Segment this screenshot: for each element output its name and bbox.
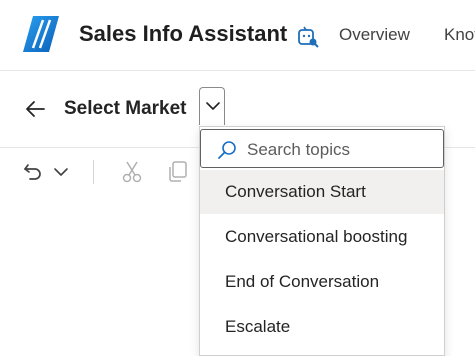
topic-switcher-button[interactable] [199,87,225,125]
app-header: Sales Info Assistant Overview Knov [0,0,475,71]
topic-dropdown: Search topics Conversation Start Convers… [199,126,445,356]
back-arrow-icon[interactable] [22,96,48,122]
nav-knowledge[interactable]: Knov [444,25,475,45]
copy-icon[interactable] [165,160,189,184]
topic-item-conversational-boosting[interactable]: Conversational boosting [200,215,444,259]
copilot-logo-icon [23,16,59,52]
search-placeholder: Search topics [247,140,350,159]
toolbar-divider [93,160,94,184]
nav-overview[interactable]: Overview [339,25,410,45]
search-topics-input[interactable]: Search topics [200,129,444,168]
app-title: Sales Info Assistant [79,21,288,46]
search-icon [218,141,236,159]
topic-item-end-of-conversation[interactable]: End of Conversation [200,260,444,304]
page-title: Select Market [64,98,187,119]
cut-icon[interactable] [121,160,143,184]
topic-item-conversation-start[interactable]: Conversation Start [200,170,444,214]
chevron-down-icon [206,102,220,110]
undo-icon[interactable] [22,161,44,183]
topic-item-escalate[interactable]: Escalate [200,305,444,349]
chevron-down-icon[interactable] [53,166,69,178]
agent-config-icon[interactable] [295,24,319,48]
